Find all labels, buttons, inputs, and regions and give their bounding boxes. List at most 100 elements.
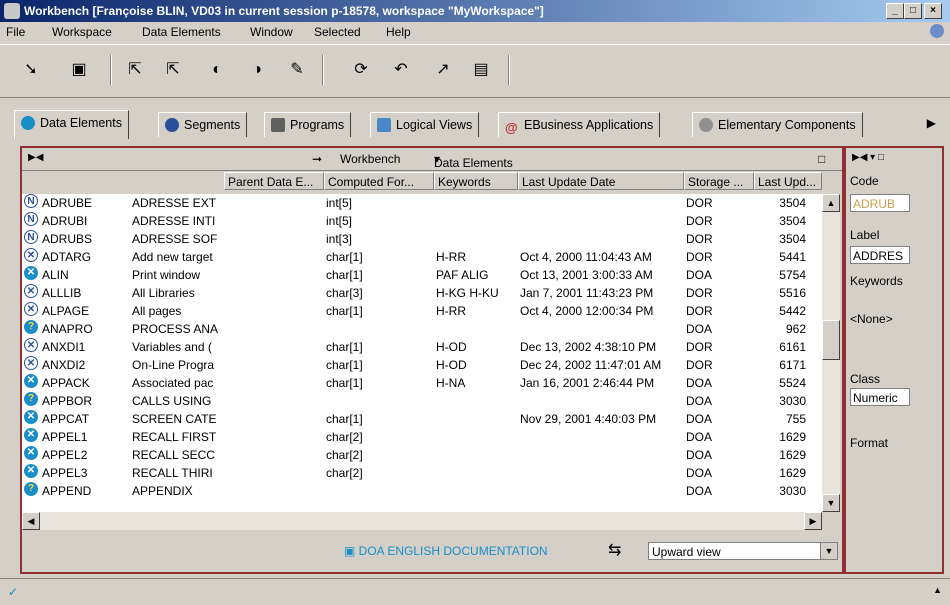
scroll-up-button[interactable]: ▲ bbox=[822, 194, 840, 212]
view-select[interactable]: Upward view ▼ bbox=[648, 542, 838, 560]
elementary-components-icon bbox=[699, 118, 713, 132]
table-row[interactable]: N ADRUBS ADRESSE SOF int[3] DOR 3504 bbox=[22, 230, 822, 248]
undo-icon[interactable]: ↶ bbox=[390, 59, 412, 81]
cell-last: 3504 bbox=[779, 196, 806, 210]
logical-views-icon bbox=[377, 118, 391, 132]
vertical-scrollbar[interactable]: ▲ ▼ bbox=[822, 194, 840, 512]
maximize-button[interactable]: □ bbox=[904, 3, 922, 19]
cell-keywords: H-RR bbox=[436, 250, 466, 264]
cell-computed: int[3] bbox=[326, 232, 353, 246]
menu-help[interactable]: Help bbox=[386, 25, 411, 39]
table-row[interactable]: ✕ ADTARG Add new target char[1] H-RR Oct 4, 2… bbox=[22, 248, 822, 266]
label-field[interactable]: ADDRES bbox=[850, 246, 910, 264]
menu-selected[interactable]: Selected bbox=[314, 25, 361, 39]
tab-programs[interactable]: Programs bbox=[264, 112, 352, 137]
table-row[interactable]: ? APPEND APPENDIX DOA 3030 bbox=[22, 482, 822, 500]
table-row[interactable]: ✕ APPCAT SCREEN CATE char[1] Nov 29, 2001 4:… bbox=[22, 410, 822, 428]
table-row[interactable]: ✕ ALIN Print window char[1] PAF ALIG Oct 13, … bbox=[22, 266, 822, 284]
menu-workspace[interactable]: Workspace bbox=[52, 25, 112, 39]
tab-logical-views[interactable]: Logical Views bbox=[370, 112, 480, 137]
cell-last: 3504 bbox=[779, 214, 806, 228]
status-expand-icon[interactable]: ▲ bbox=[933, 585, 942, 595]
collapse-icon[interactable]: ▶◀ bbox=[28, 152, 43, 163]
tab-elementary-components[interactable]: Elementary Components bbox=[692, 112, 863, 137]
cell-date: Oct 4, 2000 12:00:34 PM bbox=[520, 304, 654, 318]
cell-label: SCREEN CATE bbox=[132, 412, 217, 426]
scroll-down-button[interactable]: ▼ bbox=[822, 494, 840, 512]
cell-last: 3504 bbox=[779, 232, 806, 246]
horizontal-scrollbar[interactable]: ◀ ▶ bbox=[22, 512, 822, 530]
maximize-panel-button[interactable]: □ bbox=[818, 152, 825, 166]
cell-keywords: PAF ALIG bbox=[436, 268, 489, 282]
table-row[interactable]: ? APPBOR CALLS USING DOA 3030 bbox=[22, 392, 822, 410]
tool4-icon[interactable]: ◑ bbox=[246, 59, 268, 81]
column-last-update[interactable]: Last Upd... bbox=[754, 172, 822, 190]
tab-ebusiness-applications[interactable]: @ EBusiness Applications bbox=[498, 112, 661, 137]
table-row[interactable]: ✕ ALPAGE All pages char[1] H-RR Oct 4, 2000 1… bbox=[22, 302, 822, 320]
element-type-icon: ✕ bbox=[24, 302, 38, 316]
switch-view-icon[interactable]: ⇆ bbox=[608, 540, 621, 560]
table-row[interactable]: N ADRUBE ADRESSE EXT int[5] DOR 3504 bbox=[22, 194, 822, 212]
table-row[interactable]: ✕ ALLLIB All Libraries char[3] H-KG H-KU Jan … bbox=[22, 284, 822, 302]
tool5-icon[interactable]: ✎ bbox=[286, 59, 308, 81]
data-elements-list[interactable]: N ADRUBE ADRESSE EXT int[5] DOR 3504 N ADRUBI AD… bbox=[22, 194, 822, 512]
refresh-icon[interactable]: ⟳ bbox=[350, 59, 372, 81]
window-title: Workbench [Françoise BLIN, VD03 in curre… bbox=[24, 4, 544, 18]
cell-code: ADRUBS bbox=[42, 232, 93, 246]
format-label: Format bbox=[850, 436, 889, 450]
cell-computed: char[2] bbox=[326, 466, 363, 480]
column-parent-data-element[interactable]: Parent Data E... bbox=[224, 172, 324, 190]
cell-label: CALLS USING bbox=[132, 394, 212, 408]
cell-code: ADTARG bbox=[42, 250, 92, 264]
close-button[interactable]: × bbox=[924, 3, 942, 19]
tool3-icon[interactable]: ◐ bbox=[206, 59, 228, 81]
data-elements-dropdown[interactable]: Data Elements ▾ bbox=[434, 152, 513, 170]
scroll-right-button[interactable]: ▶ bbox=[804, 512, 822, 530]
column-computed-format[interactable]: Computed For... bbox=[324, 172, 434, 190]
cell-label: All pages bbox=[132, 304, 182, 318]
cell-storage: DOA bbox=[686, 394, 713, 408]
menu-window[interactable]: Window bbox=[250, 25, 293, 39]
table-row[interactable]: ? ANAPRO PROCESS ANA DOA 962 bbox=[22, 320, 822, 338]
table-row[interactable]: ✕ APPEL1 RECALL FIRST char[2] DOA 1629 bbox=[22, 428, 822, 446]
library-link[interactable]: ▣ DOA ENGLISH DOCUMENTATION bbox=[344, 544, 548, 558]
pointer-icon[interactable]: ➘ bbox=[20, 59, 42, 81]
cell-computed: char[1] bbox=[326, 268, 363, 282]
tool2-icon[interactable]: ⇱ bbox=[162, 59, 184, 81]
table-row[interactable]: ✕ ANXDI2 On-Line Progra char[1] H-OD Dec 24, … bbox=[22, 356, 822, 374]
cell-date: Dec 13, 2002 4:38:10 PM bbox=[520, 340, 657, 354]
table-row[interactable]: ✕ ANXDI1 Variables and (char[1] H-OD Dec 13,… bbox=[22, 338, 822, 356]
menu-data-elements[interactable]: Data Elements bbox=[142, 25, 221, 39]
cell-label: All Libraries bbox=[132, 286, 195, 300]
menu-file[interactable]: File bbox=[6, 25, 25, 39]
column-last-update-date[interactable]: Last Update Date bbox=[518, 172, 684, 190]
tool1-icon[interactable]: ⇱ bbox=[124, 59, 146, 81]
table-row[interactable]: N ADRUBI ADRESSE INTI int[5] DOR 3504 bbox=[22, 212, 822, 230]
class-field[interactable]: Numeric bbox=[850, 388, 910, 406]
chevron-down-icon[interactable]: ▼ bbox=[820, 543, 837, 559]
document-icon[interactable]: ▤ bbox=[470, 59, 492, 81]
class-label: Class bbox=[850, 372, 881, 386]
cell-last: 1629 bbox=[779, 430, 806, 444]
cell-last: 6161 bbox=[779, 340, 806, 354]
code-field[interactable]: ADRUB bbox=[850, 194, 910, 212]
cell-last: 5441 bbox=[779, 250, 806, 264]
panel-controls-icon[interactable]: ▶◀ ▾ □ bbox=[852, 152, 884, 163]
table-row[interactable]: ✕ APPEL3 RECALL THIRI char[2] DOA 1629 bbox=[22, 464, 822, 482]
list-footer: ▣ DOA ENGLISH DOCUMENTATION ⇆ Upward vie… bbox=[22, 532, 842, 570]
column-storage[interactable]: Storage ... bbox=[684, 172, 754, 190]
open-icon[interactable]: ▣ bbox=[68, 59, 90, 81]
table-row[interactable]: ✕ APPACK Associated pac char[1] H-NA Jan 16, … bbox=[22, 374, 822, 392]
scroll-left-button[interactable]: ◀ bbox=[22, 512, 40, 530]
cell-last: 755 bbox=[785, 412, 806, 426]
table-row[interactable]: ✕ APPEL2 RECALL SECC char[2] DOA 1629 bbox=[22, 446, 822, 464]
tab-scroll-right-button[interactable]: ▶ bbox=[927, 116, 936, 130]
scroll-thumb[interactable] bbox=[822, 320, 840, 360]
tab-segments[interactable]: Segments bbox=[158, 112, 248, 137]
cell-storage: DOR bbox=[686, 358, 713, 372]
redo-icon[interactable]: ↗ bbox=[432, 59, 454, 81]
minimize-button[interactable]: _ bbox=[886, 3, 904, 19]
column-keywords[interactable]: Keywords bbox=[434, 172, 518, 190]
tab-data-elements[interactable]: Data Elements bbox=[14, 110, 129, 139]
cell-code: ALPAGE bbox=[42, 304, 90, 318]
